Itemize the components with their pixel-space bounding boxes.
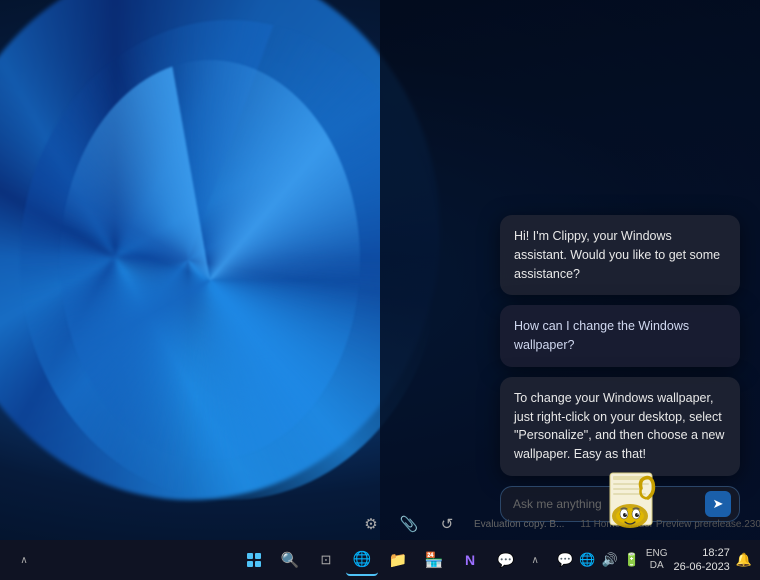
bottom-icon-refresh[interactable]: ↺ <box>436 513 458 535</box>
bottom-area: ⚙ 📎 ↺ Evaluation copy. B... 11 Home Insi… <box>360 513 760 535</box>
chat-bubble-assistant-2: To change your Windows wallpaper, just r… <box>500 377 740 476</box>
bloom-layer-2 <box>60 60 360 460</box>
taskbar-left: ∧ <box>8 544 40 576</box>
file-explorer-button[interactable]: 📁 <box>382 544 414 576</box>
taskbar-center: 🔍 ⊡ 🌐 📁 🏪 N 💬 <box>238 544 522 576</box>
clippy-mascot[interactable] <box>595 468 665 538</box>
task-view-button[interactable]: ⊡ <box>310 544 342 576</box>
battery-icon[interactable]: 🔋 <box>624 552 640 568</box>
bottom-icon-clippy[interactable]: 📎 <box>398 513 420 535</box>
chat-bubble-assistant-1: Hi! I'm Clippy, your Windows assistant. … <box>500 215 740 295</box>
windows-logo <box>247 553 261 567</box>
chat-tray-icon[interactable]: 💬 <box>557 552 573 568</box>
date-display: 26-06-2023 <box>674 560 730 574</box>
chat-bubble-user-1: How can I change the Windows wallpaper? <box>500 305 740 367</box>
taskbar: ∧ 🔍 ⊡ 🌐 📁 🏪 <box>0 540 760 580</box>
system-tray-expand[interactable]: ∧ <box>519 544 551 576</box>
start-button[interactable] <box>238 544 270 576</box>
microsoft-store-button[interactable]: 🏪 <box>418 544 450 576</box>
volume-icon[interactable]: 🔊 <box>601 552 617 568</box>
eval-text: Evaluation copy. B... <box>474 519 564 530</box>
clock[interactable]: 18:27 26-06-2023 <box>674 546 730 575</box>
notification-button[interactable]: 🔔 <box>736 552 752 568</box>
language-indicator[interactable]: ENG DA <box>646 548 668 572</box>
time-display: 18:27 <box>702 546 730 560</box>
network-icon[interactable]: 🌐 <box>579 552 595 568</box>
chevron-up-icon[interactable]: ∧ <box>8 544 40 576</box>
bottom-icon-settings[interactable]: ⚙ <box>360 513 382 535</box>
edge-button[interactable]: 🌐 <box>346 544 378 576</box>
chat-button[interactable]: 💬 <box>490 544 522 576</box>
taskbar-right: ∧ 💬 🌐 🔊 🔋 ENG DA 18:27 26-06-2023 🔔 <box>519 544 752 576</box>
search-taskbar-button[interactable]: 🔍 <box>274 544 306 576</box>
dev-icon-button[interactable]: N <box>454 544 486 576</box>
